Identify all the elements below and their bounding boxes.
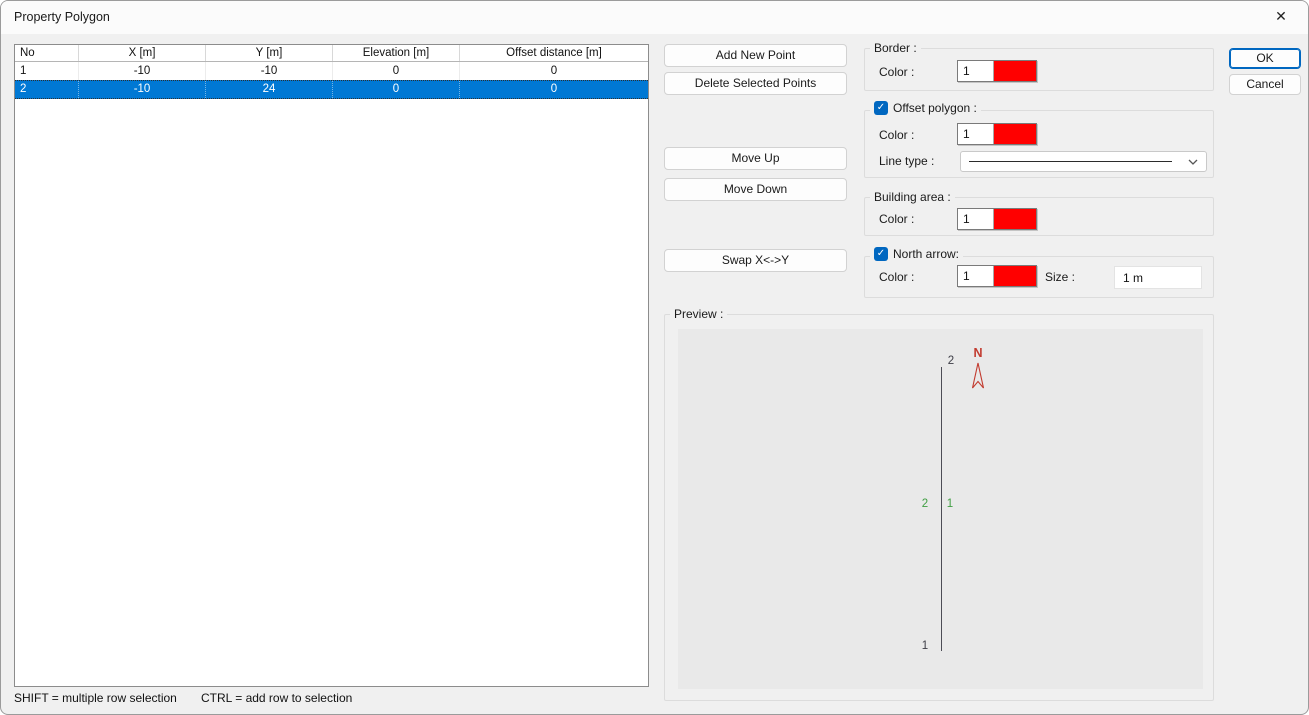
border-color-number: 1 bbox=[958, 61, 994, 81]
segment-label-1: 1 bbox=[946, 498, 954, 510]
delete-selected-points-button[interactable]: Delete Selected Points bbox=[664, 72, 847, 95]
line-type-label: Line type : bbox=[879, 154, 935, 168]
border-color-swatch bbox=[994, 61, 1036, 81]
column-header-x: X [m] bbox=[79, 45, 206, 61]
north-color-label: Color : bbox=[879, 270, 915, 284]
swap-xy-button[interactable]: Swap X<->Y bbox=[664, 249, 847, 272]
north-arrow-checkbox[interactable]: ✓ bbox=[874, 247, 888, 261]
cell-x[interactable]: -10 bbox=[79, 81, 206, 98]
move-down-button[interactable]: Move Down bbox=[664, 178, 847, 201]
offset-polygon-group: ✓ Offset polygon : Color : 1 Line type : bbox=[864, 101, 1214, 178]
table-row[interactable]: 1 -10 -10 0 0 bbox=[15, 62, 648, 80]
column-header-y: Y [m] bbox=[206, 45, 333, 61]
north-color-number: 1 bbox=[958, 266, 994, 286]
cell-elevation[interactable]: 0 bbox=[333, 81, 460, 98]
table-header-row: No X [m] Y [m] Elevation [m] Offset dist… bbox=[15, 45, 648, 62]
offset-color-number: 1 bbox=[958, 124, 994, 144]
close-icon[interactable]: ✕ bbox=[1262, 1, 1300, 31]
line-type-dropdown[interactable] bbox=[960, 151, 1207, 172]
border-color-picker[interactable]: 1 bbox=[957, 60, 1037, 82]
shift-hint: SHIFT = multiple row selection bbox=[14, 691, 177, 705]
title-bar: Property Polygon ✕ bbox=[1, 1, 1308, 34]
north-arrow-group-title: North arrow: bbox=[893, 247, 960, 261]
border-group: Border : Color : 1 bbox=[864, 41, 1214, 91]
cell-x[interactable]: -10 bbox=[79, 62, 206, 80]
point-label-2: 2 bbox=[947, 355, 955, 367]
column-header-elevation: Elevation [m] bbox=[333, 45, 460, 61]
cell-offset[interactable]: 0 bbox=[460, 62, 648, 80]
cell-no[interactable]: 1 bbox=[15, 62, 79, 80]
building-color-label: Color : bbox=[879, 212, 915, 226]
point-label-1: 1 bbox=[921, 640, 929, 652]
cancel-button[interactable]: Cancel bbox=[1229, 74, 1301, 95]
north-needle-icon bbox=[971, 362, 985, 389]
offset-color-swatch bbox=[994, 124, 1036, 144]
north-arrow-size-input[interactable] bbox=[1114, 266, 1202, 289]
building-color-picker[interactable]: 1 bbox=[957, 208, 1037, 230]
building-color-swatch bbox=[994, 209, 1036, 229]
offset-polygon-group-title: Offset polygon : bbox=[893, 101, 977, 115]
border-group-title: Border : bbox=[870, 41, 921, 55]
north-letter: N bbox=[973, 346, 983, 360]
segment-label-2: 2 bbox=[921, 498, 929, 510]
chevron-down-icon bbox=[1188, 159, 1198, 165]
table-row-selected[interactable]: 2 -10 24 0 0 bbox=[15, 80, 648, 99]
border-color-label: Color : bbox=[879, 65, 915, 79]
cell-y[interactable]: 24 bbox=[206, 81, 333, 98]
move-up-button[interactable]: Move Up bbox=[664, 147, 847, 170]
ok-button[interactable]: OK bbox=[1229, 48, 1301, 69]
column-header-offset: Offset distance [m] bbox=[506, 47, 602, 59]
preview-group-title: Preview : bbox=[670, 307, 728, 321]
cell-no[interactable]: 2 bbox=[15, 81, 79, 98]
solid-line-preview bbox=[969, 161, 1172, 162]
north-arrow-symbol: N bbox=[970, 347, 986, 390]
preview-group: Preview : 2 1 2 1 N bbox=[664, 307, 1214, 701]
north-arrow-group: ✓ North arrow: Color : 1 Size : bbox=[864, 247, 1214, 298]
building-color-number: 1 bbox=[958, 209, 994, 229]
ctrl-hint: CTRL = add row to selection bbox=[201, 691, 353, 705]
offset-polygon-checkbox[interactable]: ✓ bbox=[874, 101, 888, 115]
add-new-point-button[interactable]: Add New Point bbox=[664, 44, 847, 67]
offset-color-picker[interactable]: 1 bbox=[957, 123, 1037, 145]
property-polygon-dialog: Property Polygon ✕ No X [m] Y [m] Elevat… bbox=[0, 0, 1309, 715]
building-area-group-title: Building area : bbox=[870, 190, 955, 204]
cell-elevation[interactable]: 0 bbox=[333, 62, 460, 80]
points-table: No X [m] Y [m] Elevation [m] Offset dist… bbox=[14, 44, 649, 687]
offset-color-label: Color : bbox=[879, 128, 915, 142]
cell-offset[interactable]: 0 bbox=[460, 81, 648, 98]
polygon-segment-line bbox=[941, 367, 942, 651]
north-color-picker[interactable]: 1 bbox=[957, 265, 1037, 287]
preview-canvas: 2 1 2 1 N bbox=[678, 329, 1203, 689]
cell-y[interactable]: -10 bbox=[206, 62, 333, 80]
column-header-no: No bbox=[15, 45, 79, 61]
north-color-swatch bbox=[994, 266, 1036, 286]
dialog-title: Property Polygon bbox=[14, 10, 110, 24]
size-label: Size : bbox=[1045, 270, 1076, 284]
building-area-group: Building area : Color : 1 bbox=[864, 190, 1214, 236]
